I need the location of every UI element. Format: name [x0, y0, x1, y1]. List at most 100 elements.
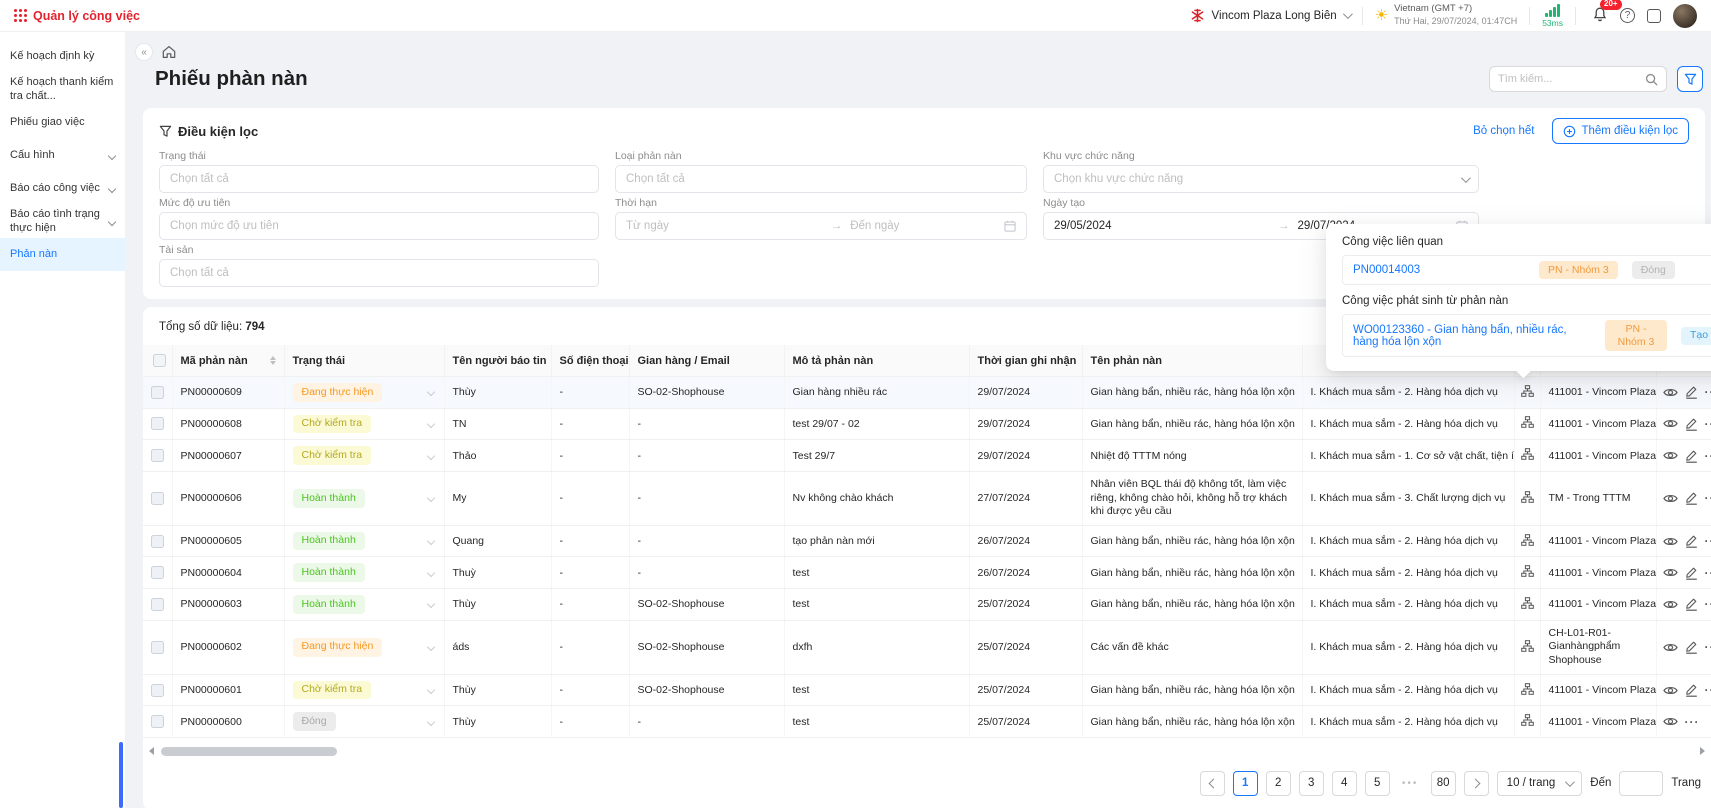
scrollbar-thumb[interactable] [161, 747, 337, 756]
row-checkbox[interactable] [151, 417, 164, 430]
more-actions-button[interactable]: ··· [1705, 640, 1711, 654]
page-ellipsis[interactable]: ••• [1398, 771, 1423, 796]
row-checkbox[interactable] [151, 684, 164, 697]
page-button[interactable]: 4 [1332, 771, 1357, 796]
sidebar-item[interactable]: Kế hoạch thanh kiểm tra chất... [0, 73, 125, 106]
site-selector[interactable]: Vincom Plaza Long Biên [1189, 7, 1350, 24]
scroll-left-arrow-icon[interactable] [149, 747, 154, 755]
table-filter-button[interactable] [1677, 66, 1703, 92]
related-work-button[interactable] [1521, 491, 1534, 503]
row-checkbox[interactable] [151, 715, 164, 728]
status-dropdown[interactable]: Đang thực hiện [293, 638, 436, 657]
sidebar-collapse-button[interactable]: « [135, 43, 153, 61]
clear-all-filters-link[interactable]: Bỏ chọn hết [1473, 125, 1534, 137]
row-checkbox[interactable] [151, 598, 164, 611]
chevron-down-icon[interactable] [426, 420, 434, 428]
deadline-range-picker[interactable]: Từ ngày → Đến ngày [615, 212, 1027, 240]
sidebar-item[interactable]: Cấu hình [0, 139, 125, 172]
related-work-button[interactable] [1521, 448, 1534, 460]
created-from-value[interactable]: 29/05/2024 [1054, 220, 1112, 232]
sidebar-item[interactable]: Phản nàn [0, 238, 125, 271]
status-dropdown[interactable]: Đóng [293, 712, 436, 731]
edit-button[interactable] [1685, 597, 1698, 611]
view-button[interactable] [1663, 642, 1678, 653]
related-work-button[interactable] [1521, 565, 1534, 577]
scrollbar-track[interactable] [157, 746, 1697, 756]
more-actions-button[interactable]: ··· [1705, 449, 1711, 463]
more-actions-button[interactable]: ··· [1705, 683, 1711, 697]
goto-page-input[interactable] [1619, 771, 1663, 796]
previous-page-button[interactable] [1200, 771, 1225, 796]
chevron-down-icon[interactable] [426, 600, 434, 608]
search-input[interactable] [1498, 73, 1639, 85]
view-button[interactable] [1663, 716, 1678, 727]
view-button[interactable] [1663, 493, 1678, 504]
help-button[interactable]: ? [1620, 8, 1635, 23]
related-work-button[interactable] [1521, 534, 1534, 546]
sidebar-item[interactable]: Báo cáo tình trạng thực hiện [0, 205, 125, 238]
page-button[interactable]: 2 [1266, 771, 1291, 796]
derived-work-link[interactable]: WO00123360 - Gian hàng bẩn, nhiều rác, h… [1353, 324, 1591, 348]
sort-icon[interactable] [270, 356, 276, 365]
status-select[interactable]: Chọn tất cả [159, 165, 599, 193]
app-brand[interactable]: Quản lý công việc [14, 9, 140, 23]
page-button[interactable]: 5 [1365, 771, 1390, 796]
view-button[interactable] [1663, 567, 1678, 578]
chevron-down-icon[interactable] [426, 451, 434, 459]
row-checkbox[interactable] [151, 492, 164, 505]
more-actions-button[interactable]: ··· [1705, 566, 1711, 580]
chevron-down-icon[interactable] [426, 717, 434, 725]
row-checkbox[interactable] [151, 386, 164, 399]
priority-select[interactable]: Chọn mức độ ưu tiên [159, 212, 599, 240]
view-button[interactable] [1663, 536, 1678, 547]
edit-button[interactable] [1685, 566, 1698, 580]
status-dropdown[interactable]: Chờ kiểm tra [293, 681, 436, 700]
more-actions-button[interactable]: ··· [1705, 534, 1711, 548]
chevron-down-icon[interactable] [426, 643, 434, 651]
select-all-checkbox[interactable] [153, 354, 166, 367]
row-checkbox[interactable] [151, 449, 164, 462]
edit-button[interactable] [1685, 417, 1698, 431]
page-button[interactable]: 1 [1233, 771, 1258, 796]
sidebar-item[interactable]: Phiếu giao việc [0, 106, 125, 139]
related-work-link[interactable]: PN00014003 [1353, 264, 1525, 276]
search-icon[interactable] [1645, 73, 1658, 86]
status-dropdown[interactable]: Hoàn thành [293, 563, 436, 582]
edit-button[interactable] [1685, 449, 1698, 463]
status-dropdown[interactable]: Hoàn thành [293, 532, 436, 551]
more-actions-button[interactable]: ··· [1705, 385, 1711, 399]
view-button[interactable] [1663, 387, 1678, 398]
view-button[interactable] [1663, 418, 1678, 429]
chevron-down-icon[interactable] [426, 494, 434, 502]
more-actions-button[interactable]: ··· [1705, 491, 1711, 505]
more-actions-button[interactable]: ··· [1705, 417, 1711, 431]
status-dropdown[interactable]: Đang thực hiện [293, 383, 436, 402]
scroll-right-arrow-icon[interactable] [1700, 747, 1705, 755]
status-dropdown[interactable]: Hoàn thành [293, 595, 436, 614]
panel-icon[interactable] [1647, 9, 1661, 23]
asset-select[interactable]: Chọn tất cả [159, 259, 599, 287]
user-avatar[interactable] [1673, 4, 1697, 28]
related-work-button[interactable] [1521, 416, 1534, 428]
chevron-down-icon[interactable] [426, 569, 434, 577]
add-filter-condition-button[interactable]: Thêm điều kiện lọc [1552, 118, 1689, 144]
page-size-select[interactable]: 10 / trang [1497, 771, 1583, 796]
view-button[interactable] [1663, 599, 1678, 610]
sidebar-item[interactable]: Kế hoạch định kỳ [0, 40, 125, 73]
more-actions-button[interactable]: ··· [1705, 597, 1711, 611]
page-button-last[interactable]: 80 [1431, 771, 1456, 796]
status-dropdown[interactable]: Hoàn thành [293, 489, 436, 508]
row-checkbox[interactable] [151, 566, 164, 579]
chevron-down-icon[interactable] [426, 686, 434, 694]
related-work-button[interactable] [1521, 385, 1534, 397]
page-button[interactable]: 3 [1299, 771, 1324, 796]
sidebar-scrollbar-thumb[interactable] [119, 742, 123, 808]
chevron-down-icon[interactable] [426, 388, 434, 396]
edit-button[interactable] [1685, 640, 1698, 654]
related-work-button[interactable] [1521, 640, 1534, 652]
notifications-button[interactable]: 20+ [1592, 6, 1608, 26]
row-checkbox[interactable] [151, 641, 164, 654]
more-actions-button[interactable]: ··· [1685, 715, 1700, 729]
complaint-type-select[interactable]: Chọn tất cả [615, 165, 1027, 193]
function-area-select[interactable]: Chọn khu vực chức năng [1043, 165, 1479, 193]
